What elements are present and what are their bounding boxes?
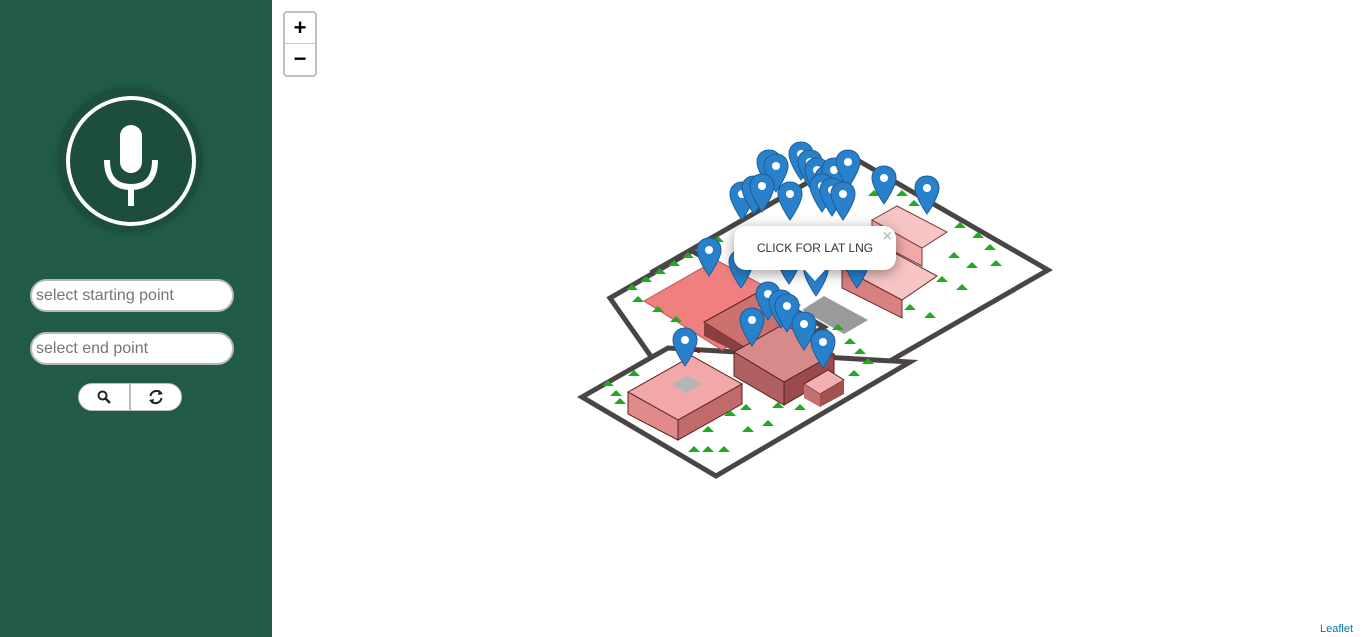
map-marker-icon[interactable] <box>914 175 940 215</box>
map-marker-icon[interactable] <box>871 165 897 205</box>
map-marker-icon[interactable] <box>777 181 803 221</box>
route-button-group <box>78 383 183 411</box>
refresh-icon <box>149 389 163 405</box>
end-point-input[interactable] <box>30 332 234 365</box>
popup-text: CLICK FOR LAT LNG <box>756 241 874 255</box>
zoom-in-button[interactable]: + <box>285 13 315 44</box>
map-marker-icon[interactable] <box>739 307 765 347</box>
reset-button[interactable] <box>130 383 182 411</box>
popup-close-button[interactable]: × <box>883 228 892 246</box>
map-marker-icon[interactable] <box>830 181 856 221</box>
microphone-icon <box>66 96 196 226</box>
map-marker-icon[interactable] <box>672 327 698 367</box>
search-button[interactable] <box>78 383 130 411</box>
map-markers <box>672 141 940 369</box>
map-marker-icon[interactable] <box>810 329 836 369</box>
map-view[interactable]: + − CLICK FOR LAT LNG × Leaflet <box>272 0 1366 637</box>
search-icon <box>97 390 111 404</box>
map-popup: CLICK FOR LAT LNG × <box>734 226 896 281</box>
start-point-input[interactable] <box>30 279 234 312</box>
popup-tip <box>805 270 825 281</box>
voice-search-button[interactable] <box>59 89 201 231</box>
zoom-control: + − <box>283 11 317 77</box>
map-marker-icon[interactable] <box>696 237 722 277</box>
zoom-out-button[interactable]: − <box>285 44 315 74</box>
attribution-link[interactable]: Leaflet <box>1320 623 1353 635</box>
sidebar <box>0 0 272 637</box>
